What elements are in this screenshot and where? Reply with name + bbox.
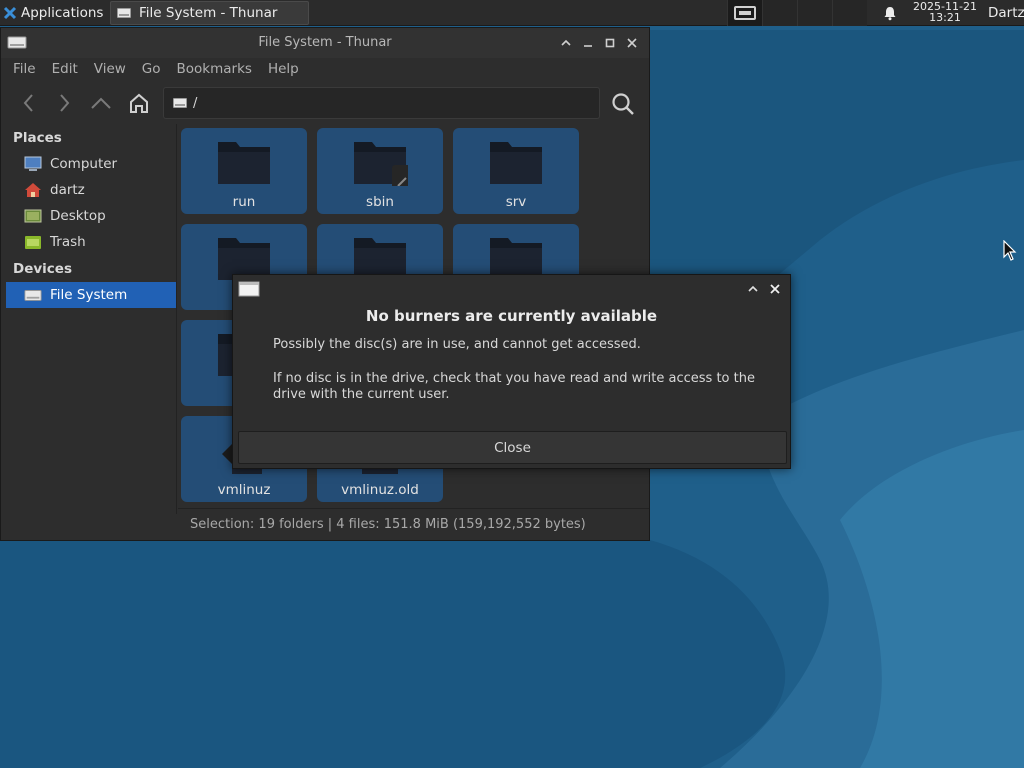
computer-icon — [24, 155, 42, 173]
notification-bell-icon[interactable] — [882, 5, 898, 21]
sidebar-item-trash[interactable]: Trash — [6, 229, 176, 255]
workspace-switcher — [727, 0, 867, 26]
drive-icon — [173, 98, 187, 108]
file-name: vmlinuz.old — [341, 482, 419, 498]
maximize-button[interactable] — [601, 34, 619, 52]
close-icon — [627, 38, 637, 48]
clock[interactable]: 2025-11-21 13:21 — [905, 1, 985, 23]
workspace-4[interactable] — [832, 0, 867, 26]
parent-folder-button[interactable] — [88, 90, 114, 116]
search-icon — [612, 93, 634, 115]
location-path: / — [193, 95, 198, 111]
applications-menu-label: Applications — [21, 5, 104, 21]
places-header: Places — [13, 130, 62, 146]
close-icon — [770, 284, 780, 294]
maximize-icon — [605, 38, 615, 48]
menu-file[interactable]: File — [5, 61, 44, 77]
home-icon — [130, 93, 148, 113]
window-title: File System - Thunar — [258, 35, 392, 50]
chevron-up-icon — [91, 97, 111, 109]
workspace-3[interactable] — [797, 0, 832, 26]
sidebar-item-label: dartz — [50, 182, 85, 198]
home-button[interactable] — [126, 90, 152, 116]
taskbar-thunar-button[interactable]: File System - Thunar — [110, 1, 309, 25]
file-name: srv — [505, 194, 527, 210]
file-item-run[interactable]: run — [181, 128, 307, 214]
status-text: Selection: 19 folders | 4 files: 151.8 M… — [190, 517, 586, 532]
file-name: run — [232, 194, 256, 210]
top-panel: Applications File System - Thunar 2025-1… — [0, 0, 1024, 26]
file-item-srv[interactable]: srv — [453, 128, 579, 214]
mouse-cursor-icon — [1003, 240, 1017, 261]
drive-icon — [24, 286, 42, 304]
menu-bookmarks[interactable]: Bookmarks — [169, 61, 260, 77]
minimize-button[interactable] — [579, 34, 597, 52]
minimize-icon — [584, 45, 592, 47]
menu-go[interactable]: Go — [134, 61, 169, 77]
chevron-up-icon — [561, 39, 571, 46]
desktop-icon — [24, 207, 42, 225]
location-bar[interactable]: / — [163, 87, 600, 119]
sidebar-item-label: Trash — [50, 234, 86, 250]
drive-icon — [117, 8, 131, 18]
search-button[interactable] — [609, 90, 637, 118]
home-icon — [24, 181, 42, 199]
close-window-button[interactable] — [623, 34, 641, 52]
sidebar-item-label: Computer — [50, 156, 118, 172]
statusbar: Selection: 19 folders | 4 files: 151.8 M… — [178, 508, 649, 540]
menu-view[interactable]: View — [86, 61, 134, 77]
sidebar-item-label: Desktop — [50, 208, 106, 224]
xfce-logo-icon — [3, 6, 17, 20]
dialog-close-button[interactable]: Close — [238, 431, 787, 464]
no-burners-dialog: No burners are currently available Possi… — [232, 274, 791, 469]
monitor-icon — [734, 6, 756, 20]
menu-help[interactable]: Help — [260, 61, 307, 77]
dialog-close-x-button[interactable] — [766, 280, 784, 298]
workspace-1[interactable] — [727, 0, 762, 26]
chevron-up-icon — [748, 285, 758, 292]
taskbar-thunar-label: File System - Thunar — [139, 5, 278, 21]
file-name: sbin — [366, 194, 394, 210]
maximize-up-button[interactable] — [557, 34, 575, 52]
sidebar-item-home[interactable]: dartz — [6, 177, 176, 203]
workspace-2[interactable] — [762, 0, 797, 26]
user-menu[interactable]: Dartz — [988, 0, 1024, 26]
file-name: vmlinuz — [217, 482, 271, 498]
sidebar-item-computer[interactable]: Computer — [6, 151, 176, 177]
sidebar: Places Computer dartz Desktop Trash Devi — [1, 124, 177, 514]
applications-menu-button[interactable]: Applications — [0, 0, 103, 26]
menubar: File Edit View Go Bookmarks Help — [1, 58, 649, 80]
toolbar: / — [1, 82, 649, 124]
chevron-left-icon — [23, 94, 33, 112]
folder-icon — [490, 142, 542, 184]
sidebar-item-label: File System — [50, 287, 128, 303]
window-titlebar[interactable]: File System - Thunar — [1, 28, 649, 58]
dialog-message: If no disc is in the drive, check that y… — [273, 371, 755, 402]
devices-header: Devices — [13, 261, 72, 277]
folder-icon — [218, 142, 270, 184]
chevron-right-icon — [60, 94, 70, 112]
window-icon — [238, 281, 260, 297]
menu-edit[interactable]: Edit — [44, 61, 86, 77]
trash-icon — [24, 233, 42, 251]
forward-button[interactable] — [51, 90, 77, 116]
dialog-message: Possibly the disc(s) are in use, and can… — [273, 337, 641, 352]
clock-time: 13:21 — [929, 11, 961, 24]
folder-link-icon — [354, 142, 408, 186]
dialog-title: No burners are currently available — [365, 307, 658, 325]
file-item-sbin[interactable]: sbin — [317, 128, 443, 214]
dialog-maximize-button[interactable] — [744, 280, 762, 298]
sidebar-item-file-system[interactable]: File System — [6, 282, 176, 308]
sidebar-item-desktop[interactable]: Desktop — [6, 203, 176, 229]
back-button[interactable] — [16, 90, 42, 116]
